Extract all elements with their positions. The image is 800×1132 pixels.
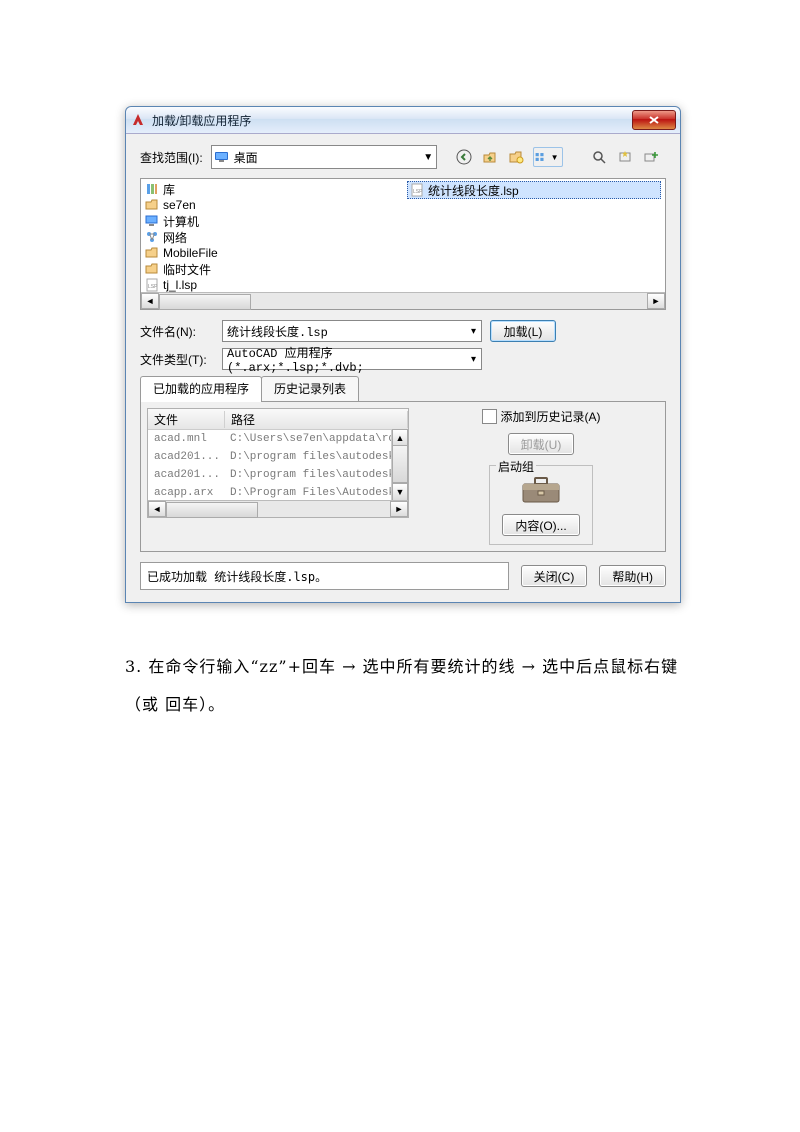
file-column-right: LSP统计线段长度.lsp [403,179,665,309]
dialog-title: 加载/卸载应用程序 [152,112,626,129]
desktop-icon [212,150,232,164]
look-in-row: 查找范围(I): 桌面 ▼ ▼ [140,144,666,170]
vertical-scrollbar[interactable]: ▲ ▼ [391,429,408,501]
scroll-thumb[interactable] [159,294,251,310]
titlebar[interactable]: 加载/卸载应用程序 [126,107,680,134]
col-path[interactable]: 路径 [225,411,408,428]
scroll-right-icon[interactable]: ► [647,293,665,309]
contents-button[interactable]: 内容(O)... [502,514,579,536]
startup-group: 启动组 内容(O)... [489,465,593,545]
add-history-row[interactable]: 添加到历史记录(A) [482,408,601,425]
close-button[interactable]: 关闭(C) [521,565,588,587]
filetype-value: AutoCAD 应用程序 (*.arx;*.lsp;*.dvb; [223,344,466,375]
nav-toolbar: ▼ [455,147,563,167]
library-icon [145,182,159,196]
help-button[interactable]: 帮助(H) [599,565,666,587]
briefcase-icon[interactable] [517,474,565,506]
file-column-left: 库 se7en 计算机 网络 MobileFile 临时文件 LSPtj_l.l… [141,179,403,309]
status-message: 已成功加载 统计线段长度.lsp。 [140,562,509,590]
file-item[interactable]: LSPtj_l.lsp [145,277,399,293]
file-item[interactable]: 网络 [145,229,399,245]
folder-icon [145,262,159,276]
checkbox[interactable] [482,409,497,424]
loaded-apps-panel: 文件 路径 acad.mnlC:\Users\se7en\appdata\ro.… [140,401,666,552]
file-item-selected[interactable]: LSP统计线段长度.lsp [407,181,661,199]
unload-button[interactable]: 卸载(U) [508,433,575,455]
look-in-label: 查找范围(I): [140,149,203,166]
lsp-file-icon: LSP [410,183,424,197]
file-fields: 文件名(N): 统计线段长度.lsp ▾ 加载(L) 文件类型(T): Auto… [140,320,666,370]
chevron-down-icon[interactable]: ▾ [466,326,481,337]
scroll-down-icon[interactable]: ▼ [392,483,408,501]
file-browser[interactable]: 库 se7en 计算机 网络 MobileFile 临时文件 LSPtj_l.l… [140,178,666,310]
status-row: 已成功加载 统计线段长度.lsp。 关闭(C) 帮助(H) [140,562,666,590]
add-history-label: 添加到历史记录(A) [501,408,601,425]
file-item[interactable]: MobileFile [145,245,399,261]
app-icon [130,112,146,128]
scroll-left-icon[interactable]: ◄ [141,293,159,309]
chevron-down-icon[interactable]: ▼ [421,152,436,163]
load-button[interactable]: 加载(L) [490,320,556,342]
col-file[interactable]: 文件 [148,411,225,428]
add-favorite-icon[interactable] [640,146,662,168]
lsp-file-icon: LSP [145,278,159,292]
favorites-icon[interactable] [614,146,636,168]
tabstrip: 已加载的应用程序 历史记录列表 [140,376,666,402]
list-item[interactable]: acad201...D:\program files\autodesk... [148,466,408,484]
file-item[interactable]: 库 [145,181,399,197]
instruction-text: 3. 在命令行输入“zz”+回车 → 选中所有要统计的线 → 选中后点鼠标右键（… [125,648,680,725]
close-icon[interactable] [632,110,676,130]
filetype-label: 文件类型(T): [140,351,214,368]
file-item[interactable]: 计算机 [145,213,399,229]
up-level-icon[interactable] [481,148,499,166]
horizontal-scrollbar[interactable]: ◄ ► [141,292,665,309]
list-item[interactable]: acad201...D:\program files\autodesk... [148,448,408,466]
list-header: 文件 路径 [148,409,408,430]
view-menu-icon[interactable]: ▼ [533,147,563,167]
loaded-apps-list[interactable]: 文件 路径 acad.mnlC:\Users\se7en\appdata\ro.… [147,408,409,518]
scroll-left-icon[interactable]: ◄ [148,501,166,517]
scroll-thumb[interactable] [166,502,258,518]
scroll-thumb[interactable] [392,445,408,483]
folder-icon [145,198,159,212]
new-folder-icon[interactable] [507,148,525,166]
dialog-body: 查找范围(I): 桌面 ▼ ▼ [126,134,680,602]
tab-history[interactable]: 历史记录列表 [261,376,359,402]
horizontal-scrollbar[interactable]: ◄ ► [148,500,408,517]
chevron-down-icon[interactable]: ▾ [466,354,481,365]
file-item[interactable]: se7en [145,197,399,213]
filetype-select[interactable]: AutoCAD 应用程序 (*.arx;*.lsp;*.dvb; ▾ [222,348,482,370]
scroll-track[interactable] [159,294,647,308]
look-in-value: 桌面 [232,149,421,166]
svg-text:LSP: LSP [413,189,423,195]
network-icon [145,230,159,244]
tab-loaded-apps[interactable]: 已加载的应用程序 [140,376,262,402]
computer-icon [145,214,159,228]
filename-label: 文件名(N): [140,323,214,340]
right-column: 添加到历史记录(A) 卸载(U) 启动组 内容(O)... [423,408,659,545]
scroll-right-icon[interactable]: ► [390,501,408,517]
folder-icon [145,246,159,260]
svg-text:LSP: LSP [148,284,158,290]
startup-legend: 启动组 [496,458,536,475]
back-icon[interactable] [455,148,473,166]
look-in-combo[interactable]: 桌面 ▼ [211,145,437,169]
find-icon[interactable] [588,146,610,168]
load-unload-dialog: 加载/卸载应用程序 查找范围(I): 桌面 ▼ ▼ [125,106,681,603]
filename-value: 统计线段长度.lsp [223,323,466,340]
file-item[interactable]: 临时文件 [145,261,399,277]
list-item[interactable]: acad.mnlC:\Users\se7en\appdata\ro... [148,430,408,448]
filename-input[interactable]: 统计线段长度.lsp ▾ [222,320,482,342]
tool-icons [584,144,666,170]
